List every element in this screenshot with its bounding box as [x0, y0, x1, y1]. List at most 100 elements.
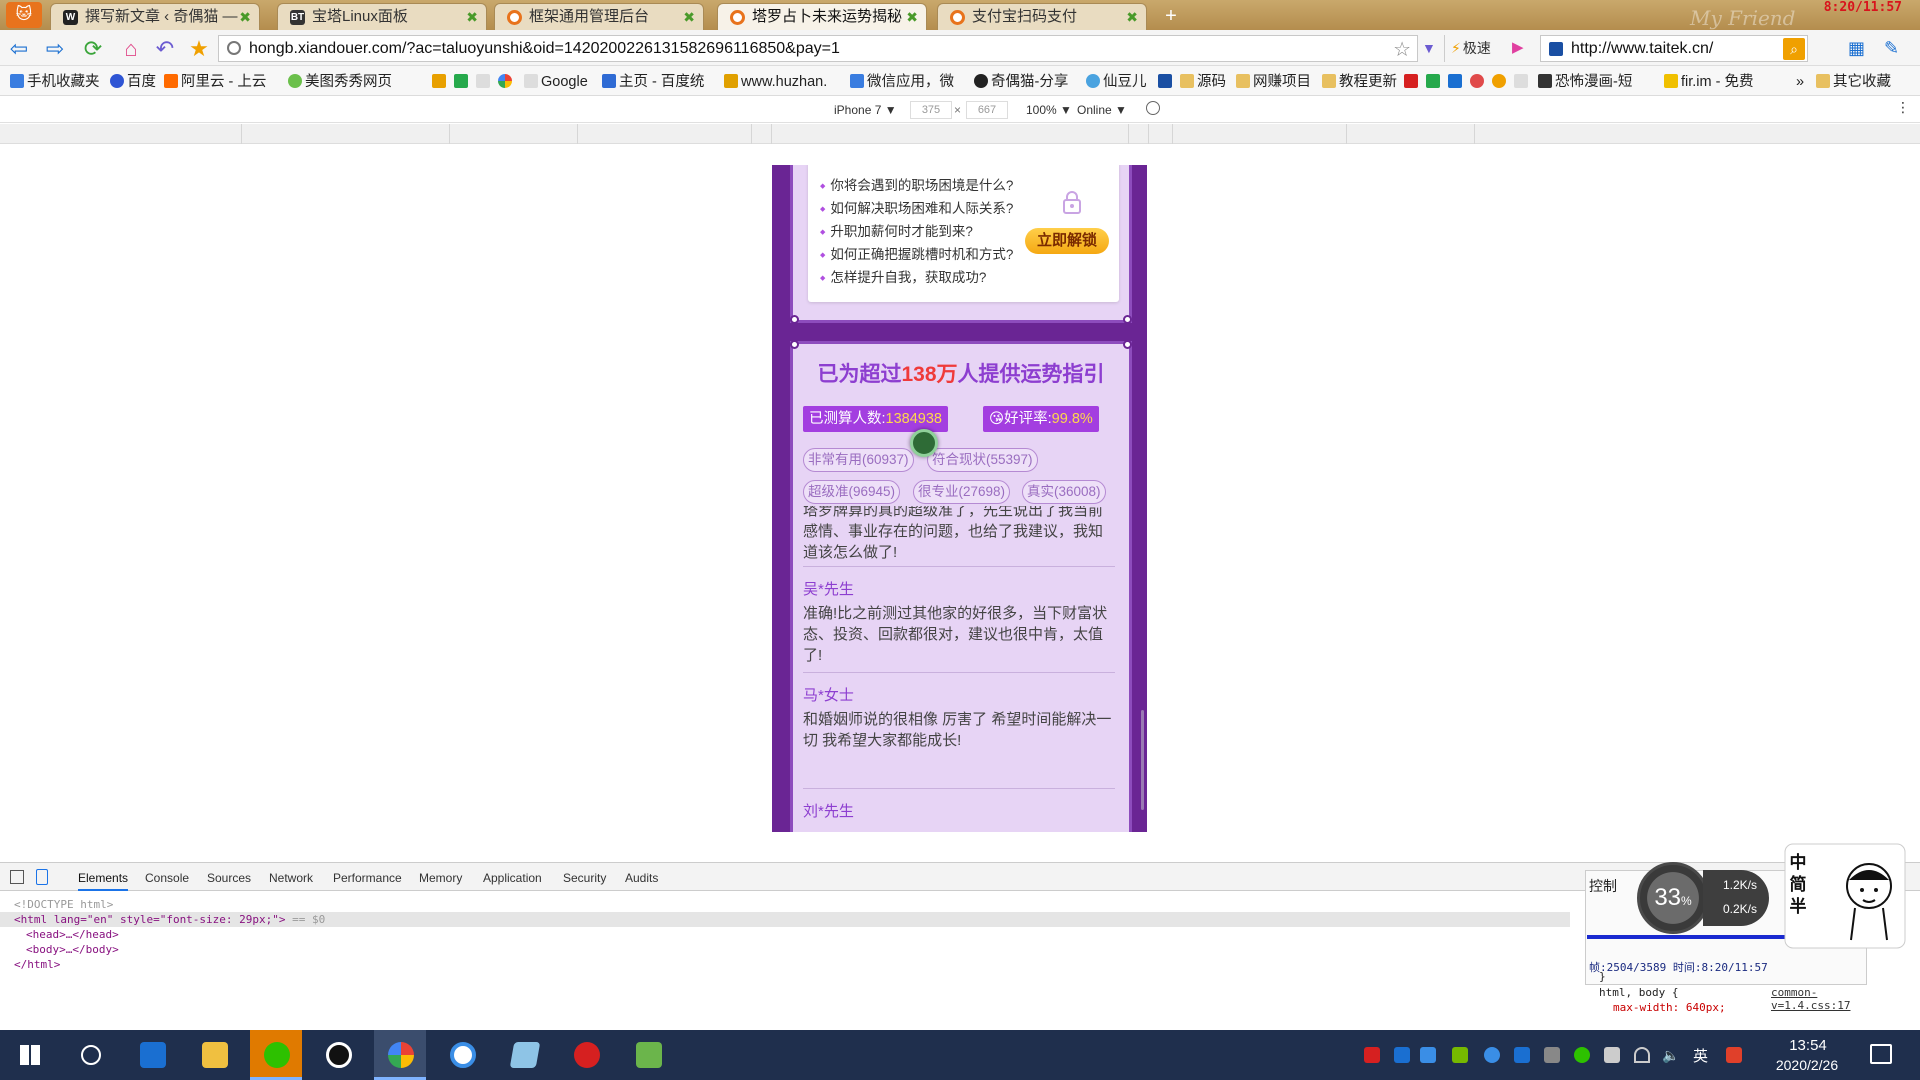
search-bar[interactable]: ⌕: [1540, 35, 1808, 62]
dom-node-body[interactable]: <body>…</body>: [0, 942, 1570, 957]
notification-center-icon[interactable]: [1870, 1044, 1892, 1064]
home-icon[interactable]: ⌂: [118, 36, 144, 62]
nvidia-icon[interactable]: [1452, 1047, 1468, 1063]
ruler-segment[interactable]: [1474, 124, 1682, 144]
volume-icon[interactable]: 🔈: [1662, 1047, 1679, 1063]
taskbar-clock-date[interactable]: 2020/2/26: [1762, 1057, 1852, 1073]
tab-close-icon[interactable]: ✖: [239, 4, 251, 30]
search-icon[interactable]: ⌕: [1783, 38, 1805, 60]
bookmark-item[interactable]: [476, 72, 493, 92]
search-button[interactable]: [64, 1030, 116, 1080]
render-engine-toggle[interactable]: 极速: [1444, 35, 1497, 62]
network-throttle-select[interactable]: Online ▼: [1077, 103, 1127, 117]
tab-elements[interactable]: Elements: [78, 871, 129, 891]
search-engine-icon[interactable]: [1549, 42, 1563, 56]
taskbar-app-store[interactable]: [126, 1030, 178, 1080]
tab-application[interactable]: Application: [483, 871, 542, 885]
review-tag[interactable]: 真实(36008): [1022, 480, 1106, 504]
review-tag[interactable]: 非常有用(60937): [803, 448, 914, 472]
apps-grid-icon[interactable]: ▦: [1848, 38, 1868, 58]
device-select[interactable]: iPhone 7 ▼: [834, 103, 897, 117]
tab-tarot-fortune[interactable]: 塔罗占卜未来运势揭秘 ✖: [717, 3, 927, 30]
taskbar-notepad[interactable]: [498, 1030, 550, 1080]
inspect-element-icon[interactable]: [10, 870, 24, 884]
viewport-height-input[interactable]: 667: [966, 101, 1008, 119]
more-options-icon[interactable]: ⋮: [1896, 99, 1910, 116]
ruler-segment[interactable]: [577, 124, 751, 144]
taskbar-qq[interactable]: [312, 1030, 364, 1080]
tab-alipay-qr[interactable]: 支付宝扫码支付 ✖: [937, 3, 1147, 30]
bluetooth-icon[interactable]: [1420, 1047, 1436, 1063]
review-tag[interactable]: 符合现状(55397): [927, 448, 1038, 472]
dom-node-head[interactable]: <head>…</head>: [0, 927, 1570, 942]
bookmark-item[interactable]: [432, 72, 449, 92]
play-icon[interactable]: ▶: [1512, 38, 1524, 56]
tools-icon[interactable]: ✎: [1884, 38, 1904, 58]
taskbar-browser[interactable]: [374, 1030, 426, 1080]
store-tray-icon[interactable]: [1514, 1047, 1530, 1063]
ruler-segment[interactable]: [751, 124, 771, 144]
bookmark-item[interactable]: [454, 72, 471, 92]
review-tag[interactable]: 很专业(27698): [913, 480, 1011, 504]
ruler-segment[interactable]: [1172, 124, 1346, 144]
shield-icon[interactable]: [1394, 1047, 1410, 1063]
bookmark-item[interactable]: [1426, 72, 1443, 92]
ruler-segment[interactable]: [771, 124, 791, 144]
tab-write-article[interactable]: W 撰写新文章 ‹ 奇偶猫 — ✖: [50, 3, 260, 30]
ruler-segment[interactable]: [1128, 124, 1148, 144]
unlock-button[interactable]: 立即解锁: [1025, 228, 1109, 254]
sogou-ime-icon[interactable]: [1726, 1047, 1742, 1063]
favorite-star-icon[interactable]: ★: [186, 36, 212, 62]
taskbar-image-editor[interactable]: [622, 1030, 674, 1080]
bookmark-item[interactable]: 阿里云 - 上云: [164, 72, 266, 92]
bookmark-item[interactable]: 奇偶猫-分享: [974, 72, 1068, 92]
tab-console[interactable]: Console: [145, 871, 189, 885]
ruler-segment[interactable]: [1346, 124, 1474, 144]
phone-viewport[interactable]: 你将会遇到的职场困境是什么? 如何解决职场困难和人际关系? 升职加薪何时才能到来…: [772, 165, 1147, 832]
bookmark-item[interactable]: 主页 - 百度统: [602, 72, 704, 92]
bookmark-item[interactable]: 微信应用，微: [850, 72, 954, 92]
address-bar[interactable]: ☆: [218, 35, 1418, 62]
css-source-link[interactable]: common-v=1.4.css:17: [1771, 986, 1885, 1012]
start-button[interactable]: [4, 1030, 56, 1080]
ruler-segment[interactable]: [241, 124, 449, 144]
bookmark-item[interactable]: www.huzhan.: [724, 72, 827, 92]
taskbar-snail-app[interactable]: [560, 1030, 612, 1080]
tab-close-icon[interactable]: ✖: [466, 4, 478, 30]
bookmark-item[interactable]: 手机收藏夹: [10, 72, 100, 92]
wifi-icon[interactable]: [1634, 1047, 1650, 1063]
url-input[interactable]: [249, 39, 1349, 59]
ruler-segment[interactable]: [449, 124, 577, 144]
ruler-segment[interactable]: [1148, 124, 1172, 144]
wechat-tray-icon[interactable]: [1574, 1047, 1590, 1063]
tab-audits[interactable]: Audits: [625, 871, 658, 885]
battery-icon[interactable]: [1604, 1047, 1620, 1063]
taskbar-clock-time[interactable]: 13:54: [1768, 1037, 1848, 1054]
device-toolbar-toggle-icon[interactable]: [36, 869, 48, 885]
tab-network[interactable]: Network: [269, 871, 313, 885]
tab-close-icon[interactable]: ✖: [1126, 4, 1138, 30]
viewport-width-input[interactable]: 375: [910, 101, 952, 119]
rotate-icon[interactable]: [1146, 101, 1160, 115]
bookmark-item[interactable]: [1158, 72, 1175, 92]
tab-close-icon[interactable]: ✖: [683, 4, 695, 30]
system-monitor-widget[interactable]: 控制 33% 1.2K/s 0.2K/s 帧:2504/3589 时间:8:20…: [1585, 840, 1906, 985]
tab-bt-panel[interactable]: BT 宝塔Linux面板 ✖: [277, 3, 487, 30]
new-tab-button[interactable]: +: [1160, 5, 1182, 27]
zoom-select[interactable]: 100% ▼: [1026, 103, 1072, 117]
bookmark-item[interactable]: 仙豆儿: [1086, 72, 1147, 92]
tab-memory[interactable]: Memory: [419, 871, 462, 885]
bookmark-item[interactable]: [498, 72, 515, 92]
taskbar-wechat[interactable]: [250, 1030, 302, 1080]
bookmark-star-icon[interactable]: ☆: [1393, 37, 1411, 62]
tab-admin-framework[interactable]: 框架通用管理后台 ✖: [494, 3, 704, 30]
bookmark-item[interactable]: Google: [524, 72, 588, 92]
bookmark-item[interactable]: [1492, 72, 1509, 92]
chevron-down-icon[interactable]: ▼: [1422, 40, 1436, 56]
drive-icon[interactable]: [1544, 1047, 1560, 1063]
tray-app-icon[interactable]: [1364, 1047, 1380, 1063]
tab-performance[interactable]: Performance: [333, 871, 402, 885]
bookmark-item[interactable]: [1514, 72, 1531, 92]
undo-icon[interactable]: ↶: [152, 36, 178, 62]
tab-sources[interactable]: Sources: [207, 871, 251, 885]
